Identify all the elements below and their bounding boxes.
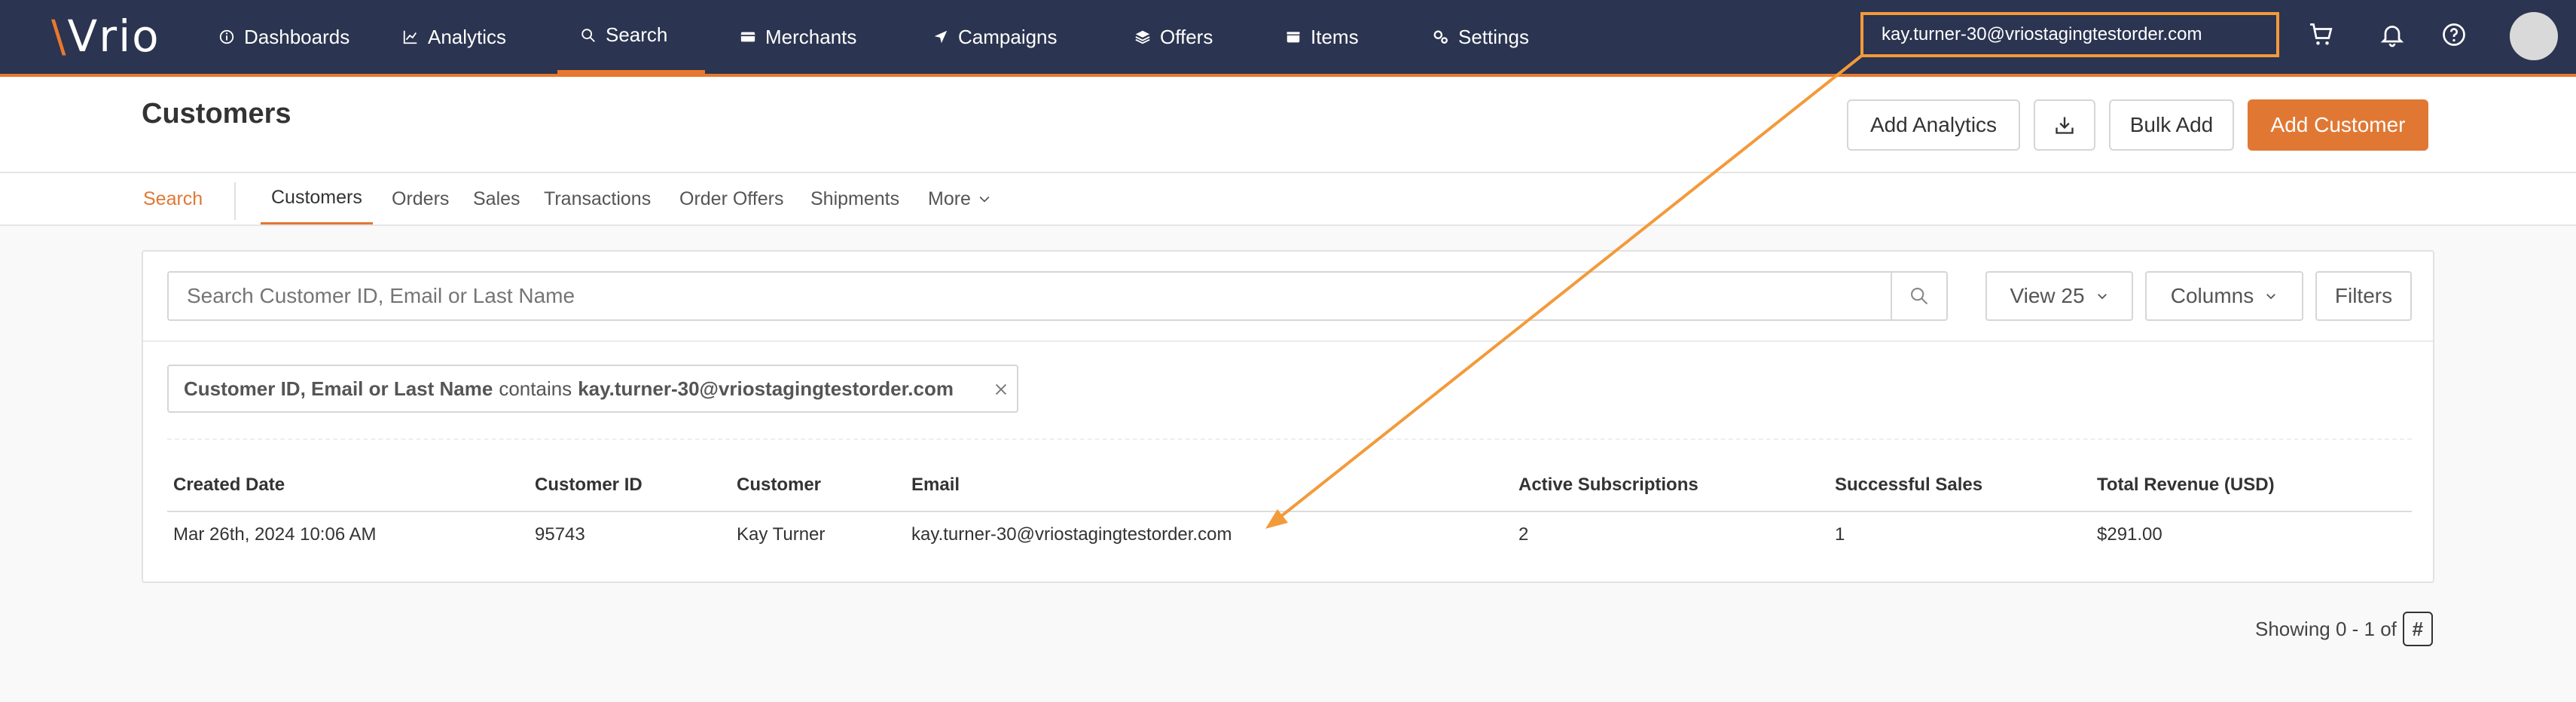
cell-customer[interactable]: Kay Turner [737,524,825,545]
nav-item-search[interactable]: Search [557,0,705,74]
nav-label: Offers [1160,25,1213,48]
nav-item-analytics[interactable]: Analytics [402,0,506,74]
bell-icon[interactable] [2379,21,2406,48]
add-customer-button[interactable]: Add Customer [2248,99,2428,151]
filters-button[interactable]: Filters [2315,271,2412,321]
tab-more-label: More [928,188,971,209]
avatar[interactable] [2510,12,2558,60]
showing-text: Showing 0 - 1 of [2255,617,2397,640]
search-icon [581,28,595,42]
pagination-summary: Showing 0 - 1 of # [2255,612,2433,646]
tab-divider [234,182,236,220]
tab-sales[interactable]: Sales [473,173,520,224]
nav-label: Analytics [428,25,507,48]
column-header-customer[interactable]: Customer [737,475,821,496]
tab-customers[interactable]: Customers [261,173,373,224]
cell-customer-id[interactable]: 95743 [535,524,585,545]
nav-item-items[interactable]: Items [1285,0,1359,74]
chevron-down-icon [2266,294,2276,300]
nav-label: Dashboards [244,25,350,48]
filter-operator: contains [499,377,572,400]
search-icon [1911,288,1928,305]
nav-item-settings[interactable]: Settings [1433,0,1529,74]
filter-chip: Customer ID, Email or Last Name contains… [167,365,1018,413]
columns-select[interactable]: Columns [2145,271,2303,321]
cell-email[interactable]: kay.turner-30@vriostagingtestorder.com [911,524,1232,545]
tab-order-offers[interactable]: Order Offers [679,173,783,224]
customer-search-input[interactable] [167,271,1892,321]
nav-label: Items [1311,25,1359,48]
column-header-customer-id[interactable]: Customer ID [535,475,642,496]
nav-label: Merchants [765,25,857,48]
cell-created-date: Mar 26th, 2024 10:06 AM [173,524,377,545]
nav-label: Search [606,23,668,46]
filter-field: Customer ID, Email or Last Name [184,377,493,400]
bulk-add-button[interactable]: Bulk Add [2109,99,2234,151]
page-title: Customers [142,98,291,130]
chevron-down-icon [979,196,990,203]
tab-transactions[interactable]: Transactions [544,173,651,224]
top-nav: \Vrio Dashboards Analytics Search Mercha… [0,0,2576,77]
global-search-input[interactable]: kay.turner-30@vriostagingtestorder.com [1860,12,2279,57]
download-icon [2056,117,2074,134]
info-icon [219,29,234,44]
gears-icon [1433,30,1448,44]
cart-icon[interactable] [2308,21,2335,48]
help-icon[interactable] [2440,21,2468,48]
column-header-successful-sales[interactable]: Successful Sales [1835,475,1982,496]
chart-icon [403,30,417,44]
tab-more[interactable]: More [928,173,992,224]
nav-item-dashboards[interactable]: Dashboards [218,0,349,74]
box-icon [1286,30,1301,43]
logo[interactable]: \Vrio [51,14,172,59]
tab-shipments[interactable]: Shipments [810,173,899,224]
layers-icon [1135,30,1150,44]
column-header-total-revenue[interactable]: Total Revenue (USD) [2097,475,2275,496]
column-header-created-date[interactable]: Created Date [173,475,285,496]
divider [167,438,2412,440]
columns-label: Columns [2170,284,2254,307]
add-analytics-button[interactable]: Add Analytics [1847,99,2020,151]
view-count-label: View 25 [2010,284,2085,307]
filter-value: kay.turner-30@vriostagingtestorder.com [578,377,954,400]
cell-total-revenue: $291.00 [2097,524,2162,545]
cell-successful-sales: 1 [1835,524,1845,545]
search-button[interactable] [1891,271,1948,321]
nav-item-offers[interactable]: Offers [1134,0,1213,74]
nav-label: Campaigns [958,25,1058,48]
nav-item-merchants[interactable]: Merchants [740,0,856,74]
page-header: Customers Add Analytics Bulk Add Add Cus… [0,77,2576,173]
divider [143,340,2433,342]
nav-item-campaigns[interactable]: Campaigns [932,0,1058,74]
tab-search[interactable]: Search [143,173,203,224]
table-header-divider [167,511,2412,512]
column-header-email[interactable]: Email [911,475,960,496]
total-count-box: # [2402,612,2433,646]
nav-label: Settings [1458,25,1529,48]
sub-tabs: Search Customers Orders Sales Transactio… [0,173,2576,226]
column-header-active-subscriptions[interactable]: Active Subscriptions [1518,475,1699,496]
download-button[interactable] [2034,99,2095,151]
close-icon[interactable] [993,381,1009,398]
view-count-select[interactable]: View 25 [1985,271,2133,321]
chevron-down-icon [2097,294,2107,300]
cell-active-subscriptions: 2 [1518,524,1529,545]
send-icon [934,30,948,44]
card-icon [740,32,755,42]
customers-card: View 25 Columns Filters Customer ID, Ema… [142,250,2434,583]
tab-orders[interactable]: Orders [392,173,449,224]
